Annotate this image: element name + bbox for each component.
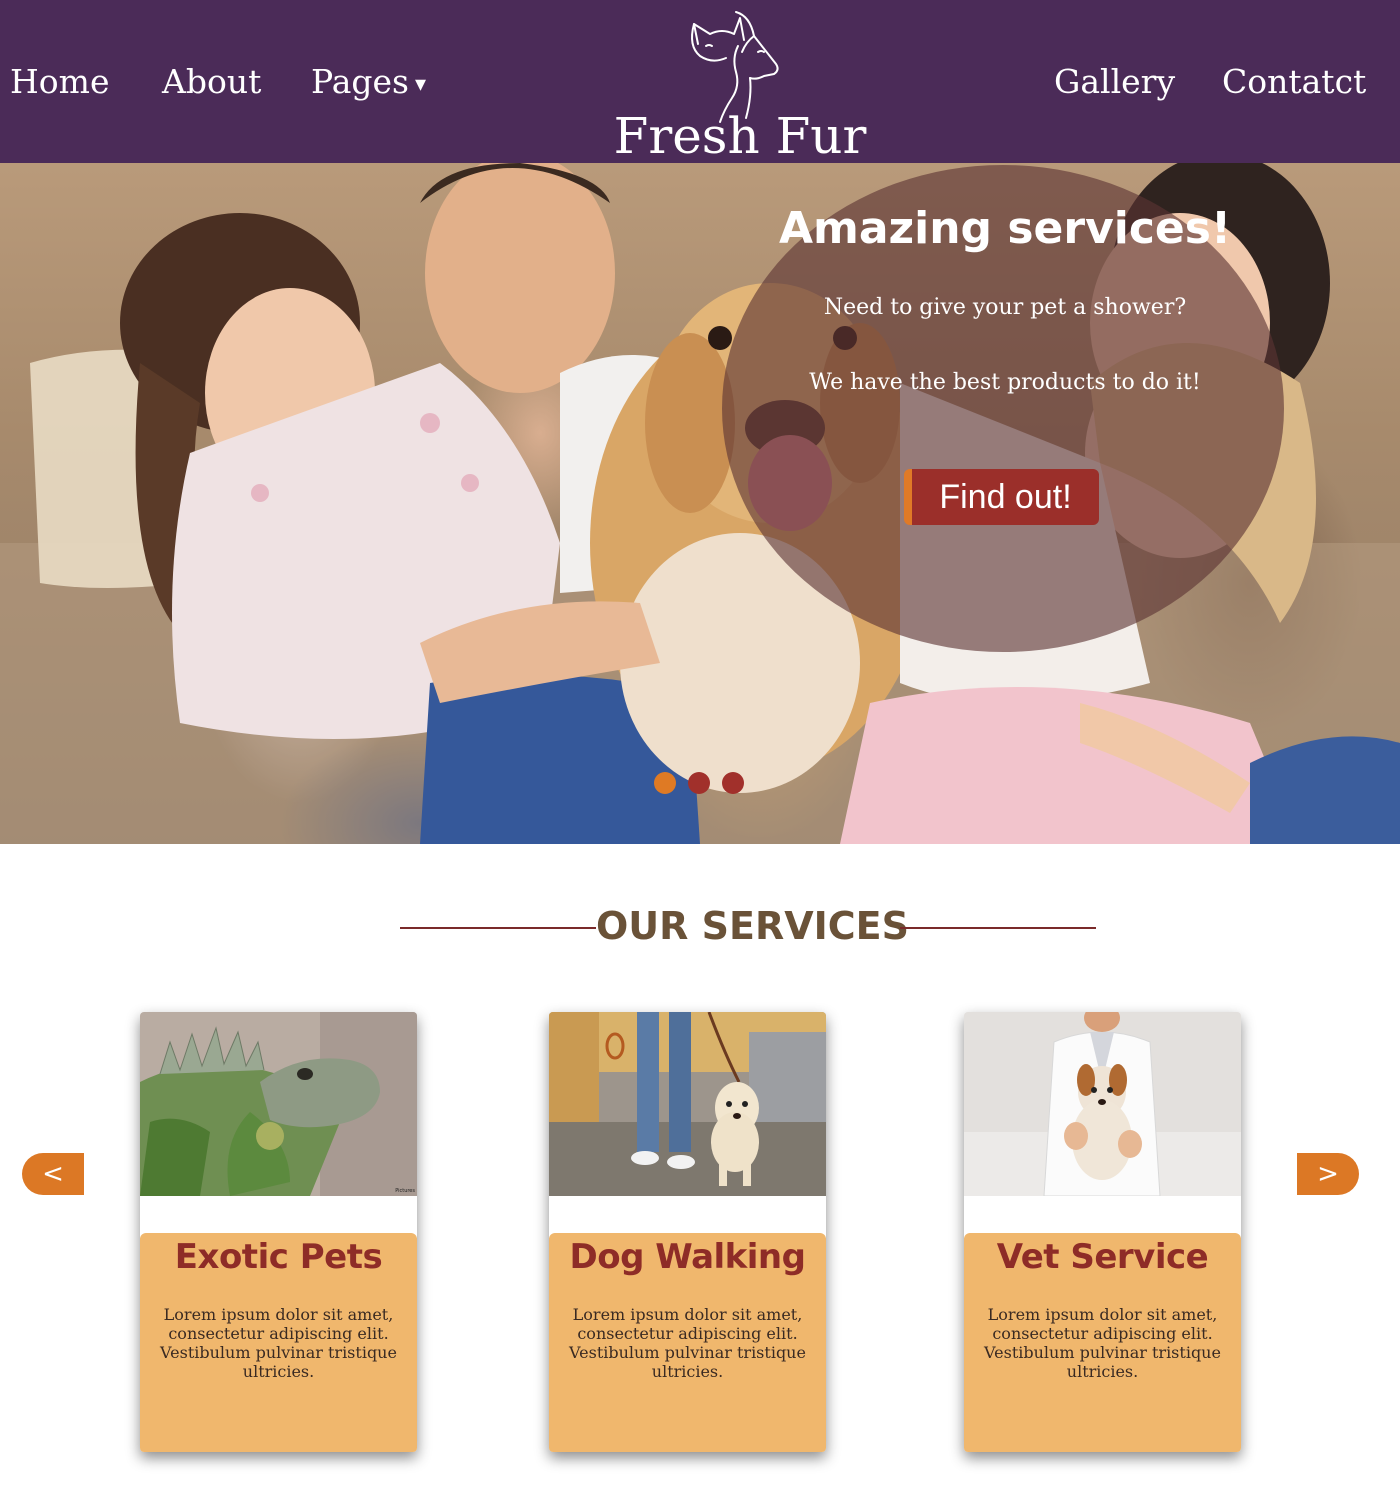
card-title: Vet Service	[996, 1237, 1209, 1277]
card-title: Dog Walking	[569, 1237, 806, 1277]
hero-subtitle-2: We have the best products to do it!	[809, 370, 1201, 395]
carousel-dot-3[interactable]	[722, 772, 744, 794]
carousel-dot-1[interactable]	[654, 772, 676, 794]
services-title: OUR SERVICES	[596, 904, 909, 948]
card-body: Vet Service Lorem ipsum dolor sit amet, …	[964, 1233, 1241, 1452]
service-card-dog-walking[interactable]: Dog Walking Lorem ipsum dolor sit amet, …	[549, 1012, 826, 1452]
carousel-dot-2[interactable]	[688, 772, 710, 794]
card-description: Lorem ipsum dolor sit amet, consectetur …	[160, 1305, 397, 1381]
nav-contact[interactable]: Contatct	[1222, 62, 1366, 101]
service-card-vet-service[interactable]: Vet Service Lorem ipsum dolor sit amet, …	[964, 1012, 1241, 1452]
card-body: Dog Walking Lorem ipsum dolor sit amet, …	[549, 1233, 826, 1452]
card-description: Lorem ipsum dolor sit amet, consectetur …	[984, 1305, 1221, 1381]
nav-gallery[interactable]: Gallery	[1054, 62, 1175, 101]
site-header: Home About Pages ▾ Fresh Fur Gallery Cont…	[0, 0, 1400, 165]
site-logo[interactable]: Fresh Fur	[600, 4, 880, 165]
services-heading: OUR SERVICES	[400, 900, 1096, 956]
service-card-exotic-pets[interactable]: Pictures Exotic Pets Lorem ipsum dolor s…	[140, 1012, 417, 1452]
dog-walking-photo	[549, 1012, 826, 1196]
hero-subtitle-1: Need to give your pet a shower?	[823, 295, 1187, 320]
nav-home[interactable]: Home	[10, 62, 109, 101]
nav-pages-label: Pages	[311, 62, 409, 101]
nav-about[interactable]: About	[162, 62, 261, 101]
card-description: Lorem ipsum dolor sit amet, consectetur …	[569, 1305, 806, 1381]
carousel-indicators	[654, 772, 756, 794]
heading-divider-right	[900, 927, 1096, 929]
photo-credit: Pictures	[395, 1188, 415, 1194]
iguana-photo: Pictures	[140, 1012, 417, 1196]
logo-wordmark: Fresh Fur	[613, 107, 867, 165]
hero-title: Amazing services!	[778, 203, 1232, 254]
card-body: Exotic Pets Lorem ipsum dolor sit amet, …	[140, 1233, 417, 1452]
nav-pages-dropdown[interactable]: Pages ▾	[311, 62, 426, 101]
chevron-down-icon: ▾	[415, 72, 427, 97]
services-next-button[interactable]: >	[1297, 1153, 1359, 1195]
vet-holding-dog-photo	[964, 1012, 1241, 1196]
card-title: Exotic Pets	[174, 1237, 383, 1277]
hero-carousel: Amazing services! Need to give your pet …	[0, 163, 1400, 844]
heading-divider-left	[400, 927, 596, 929]
find-out-button[interactable]: Find out!	[904, 469, 1099, 525]
services-prev-button[interactable]: <	[22, 1153, 84, 1195]
